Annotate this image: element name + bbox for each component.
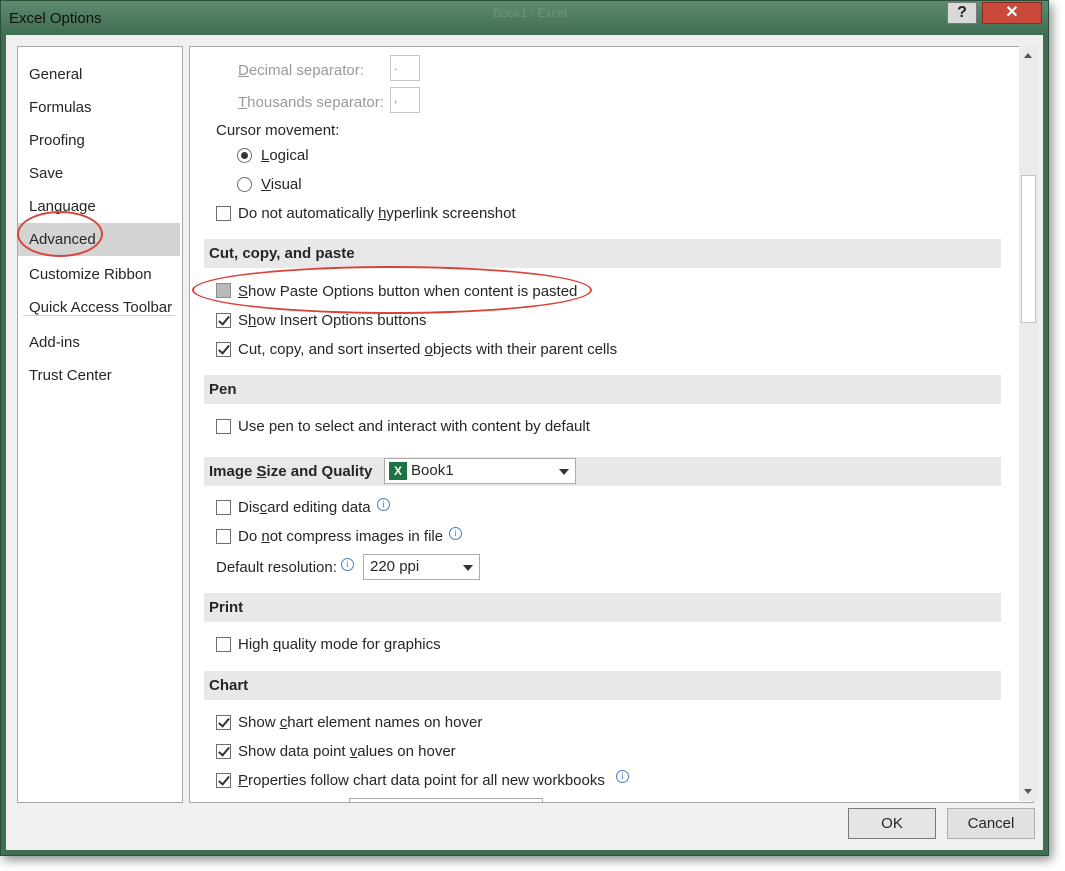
scrollbar-thumb[interactable] (1021, 175, 1036, 323)
info-icon: i (377, 498, 390, 511)
cursor-visual-label: Visual (261, 176, 302, 193)
image-workbook-dropdown[interactable]: X Book1 (384, 458, 576, 484)
cursor-movement-label: Cursor movement: (216, 122, 340, 139)
background-window-title: Book1 - Excel (493, 6, 568, 20)
thousands-separator-input[interactable]: , (390, 87, 420, 113)
show-insert-options-label: Show Insert Options buttons (238, 312, 427, 329)
no-auto-hyperlink-checkbox[interactable] (216, 206, 231, 221)
cut-copy-sort-label: Cut, copy, and sort inserted objects wit… (238, 341, 618, 358)
decimal-separator-input[interactable]: . (390, 55, 420, 81)
image-workbook-value: Book1 (411, 462, 454, 479)
nav-item-formulas[interactable]: Formulas (18, 91, 180, 124)
no-compress-label: Do not compress images in file (238, 528, 444, 545)
info-icon: i (341, 558, 354, 571)
nav-item-trust-center[interactable]: Trust Center (18, 359, 180, 392)
chevron-down-icon (559, 469, 569, 475)
section-cut-copy-paste: Cut, copy, and paste (204, 239, 1001, 268)
default-resolution-dropdown[interactable]: 220 ppi (363, 554, 480, 580)
data-point-values-checkbox[interactable] (216, 744, 231, 759)
no-auto-hyperlink-label: Do not automatically hyperlink screensho… (238, 205, 516, 222)
cursor-visual-radio[interactable] (237, 177, 252, 192)
title-bar[interactable]: Excel Options Book1 - Excel ? ✕ (1, 1, 1048, 35)
chart-element-names-checkbox[interactable] (216, 715, 231, 730)
default-resolution-value: 220 ppi (370, 558, 420, 575)
nav-divider (23, 315, 175, 316)
ok-button[interactable]: OK (848, 808, 936, 839)
excel-options-dialog: Excel Options Book1 - Excel ? ✕ General … (0, 0, 1049, 856)
discard-editing-checkbox[interactable] (216, 500, 231, 515)
section-pen: Pen (204, 375, 1001, 404)
cursor-logical-label: Logical (261, 147, 309, 164)
help-button[interactable]: ? (947, 2, 977, 24)
paste-options-highlight-oval (192, 266, 592, 314)
show-insert-options-checkbox[interactable] (216, 313, 231, 328)
nav-item-save[interactable]: Save (18, 157, 180, 190)
discard-editing-label: Discard editing data (238, 499, 371, 516)
scroll-up-icon[interactable] (1019, 46, 1038, 65)
default-resolution-label: Default resolution: (216, 559, 337, 576)
data-point-values-label: Show data point values on hover (238, 743, 456, 760)
properties-follow-checkbox[interactable] (216, 773, 231, 788)
chevron-down-icon (463, 565, 473, 571)
use-pen-checkbox[interactable] (216, 419, 231, 434)
thousands-separator-label: Thousands separator: (238, 94, 384, 111)
section-print: Print (204, 593, 1001, 622)
info-icon: i (449, 527, 462, 540)
close-button[interactable]: ✕ (982, 2, 1042, 24)
advanced-options-panel: Decimal separator: . Thousands separator… (189, 46, 1034, 803)
no-compress-checkbox[interactable] (216, 529, 231, 544)
advanced-highlight-circle (17, 211, 103, 257)
nav-item-quick-access-toolbar[interactable]: Quick Access Toolbar (18, 291, 180, 324)
dialog-body: General Formulas Proofing Save Language … (6, 35, 1043, 850)
high-quality-graphics-checkbox[interactable] (216, 637, 231, 652)
cursor-logical-radio[interactable] (237, 148, 252, 163)
chart-element-names-label: Show chart element names on hover (238, 714, 483, 731)
excel-workbook-icon: X (389, 462, 407, 480)
cut-copy-sort-checkbox[interactable] (216, 342, 231, 357)
nav-item-proofing[interactable]: Proofing (18, 124, 180, 157)
properties-follow-label: Properties follow chart data point for a… (238, 772, 605, 789)
partial-dropdown[interactable] (349, 798, 543, 802)
info-icon: i (616, 770, 629, 783)
nav-item-add-ins[interactable]: Add-ins (18, 326, 180, 359)
scroll-down-icon[interactable] (1019, 782, 1038, 801)
nav-item-customize-ribbon[interactable]: Customize Ribbon (18, 258, 180, 291)
use-pen-label: Use pen to select and interact with cont… (238, 418, 590, 435)
vertical-scrollbar[interactable] (1019, 46, 1038, 801)
dialog-title: Excel Options (9, 10, 102, 27)
high-quality-graphics-label: High quality mode for graphics (238, 636, 441, 653)
nav-item-general[interactable]: General (18, 58, 180, 91)
category-nav: General Formulas Proofing Save Language … (17, 46, 183, 803)
section-chart: Chart (204, 671, 1001, 700)
section-image-size-quality: Image Size and Quality (204, 457, 1001, 486)
decimal-separator-label: Decimal separator: (238, 62, 364, 79)
cancel-button[interactable]: Cancel (947, 808, 1035, 839)
